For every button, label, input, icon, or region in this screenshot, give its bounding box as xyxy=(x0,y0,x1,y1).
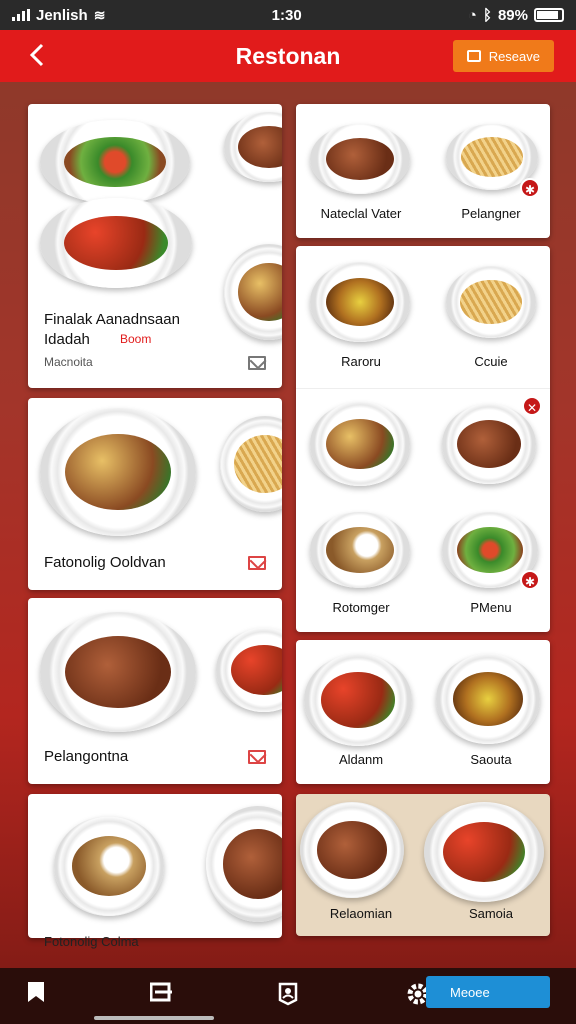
dish-image xyxy=(216,628,282,712)
card-highlight: Boom xyxy=(120,332,152,346)
menu-card[interactable]: Aldanm Saouta xyxy=(296,640,550,784)
bookmark-icon xyxy=(28,982,44,1002)
dish-caption: Rotomger xyxy=(332,600,390,615)
divider xyxy=(296,388,550,389)
dish-image xyxy=(40,408,196,536)
back-button[interactable] xyxy=(26,42,54,70)
card-meta: Macnoita xyxy=(44,355,93,369)
dish-image xyxy=(446,266,536,338)
page-title: Restonan xyxy=(235,42,341,69)
nav-bookmark[interactable] xyxy=(28,982,52,1006)
dish-caption: Relaomian xyxy=(329,906,393,921)
dish-caption: Pelangner xyxy=(461,206,521,221)
dish-caption: Aldanm xyxy=(338,752,384,767)
app-header: Restonan Reseave xyxy=(0,30,576,82)
mail-icon[interactable] xyxy=(248,750,266,764)
dish-image xyxy=(424,802,544,902)
dish-image xyxy=(442,404,536,484)
status-bar: Jenlish ≋ 1:30 ◔ ᛒ 89% xyxy=(0,0,576,30)
restaurant-card[interactable]: Pelangontna xyxy=(28,598,282,784)
home-indicator xyxy=(94,1016,214,1020)
dish-caption: Saouta xyxy=(470,752,512,767)
dish-image xyxy=(220,416,282,512)
dish-image xyxy=(206,806,282,922)
user-icon xyxy=(278,982,298,1006)
dish-image xyxy=(310,402,410,486)
menu-pill-button[interactable]: Meoee xyxy=(426,976,550,1008)
menu-icon xyxy=(149,982,172,1002)
signal-icon xyxy=(12,9,30,21)
dish-image xyxy=(436,654,540,744)
dish-caption: Ccuie xyxy=(474,354,508,369)
battery-icon xyxy=(534,8,564,22)
dish-image xyxy=(310,512,410,588)
bottom-nav: Meoee xyxy=(0,968,576,1024)
reserve-button-label: Reseave xyxy=(488,48,540,64)
nav-menu[interactable] xyxy=(149,982,174,1006)
dish-image xyxy=(54,816,164,916)
carrier-name: Jenlish xyxy=(36,6,88,24)
dish-caption: PMenu xyxy=(470,600,512,615)
card-title: Fotonolig Colma xyxy=(44,934,139,949)
dish-image xyxy=(310,262,410,342)
favorite-badge[interactable]: ✱ xyxy=(520,570,540,590)
dish-image xyxy=(224,112,282,182)
card-title: Fatonolig Ooldvan xyxy=(44,554,166,571)
wifi-icon: ≋ xyxy=(93,6,106,23)
card-title: Pelangontna xyxy=(44,748,129,765)
menu-card[interactable]: Raroru Ccuie ✕ ✱ Rotomger PMenu xyxy=(296,246,550,632)
battery-percent: 89% xyxy=(497,6,528,24)
alarm-icon: ◔ xyxy=(467,6,477,24)
dish-caption: Nateclal Vater xyxy=(320,206,402,221)
favorite-badge[interactable]: ✱ xyxy=(520,178,540,198)
menu-card[interactable]: Relaomian Samoia xyxy=(296,794,550,936)
bluetooth-icon: ᛒ xyxy=(482,6,492,24)
restaurant-card[interactable] xyxy=(28,794,282,938)
chevron-left-icon xyxy=(29,43,44,67)
chat-icon xyxy=(466,50,481,62)
dish-caption: Raroru xyxy=(341,354,381,369)
restaurant-card[interactable]: Finalak Aanadnsaan Idadah Boom Macnoita xyxy=(28,104,282,388)
status-right: ◔ ᛒ 89% xyxy=(468,7,564,24)
favorite-badge[interactable]: ✕ xyxy=(522,396,542,416)
dish-image xyxy=(40,198,192,288)
mail-icon[interactable] xyxy=(248,556,266,570)
dish-image xyxy=(310,124,410,194)
reserve-button[interactable]: Reseave xyxy=(452,40,554,72)
status-left: Jenlish ≋ xyxy=(12,7,105,24)
restaurant-card[interactable]: Fatonolig Ooldvan xyxy=(28,398,282,590)
dish-image xyxy=(224,244,282,340)
menu-card[interactable]: ✱ Nateclal Vater Pelangner xyxy=(296,104,550,238)
nav-profile[interactable] xyxy=(276,982,300,1006)
dish-image xyxy=(300,802,404,898)
dish-caption: Samoia xyxy=(468,906,514,921)
status-time: 1:30 xyxy=(271,6,302,24)
dish-image xyxy=(304,654,412,746)
dish-image xyxy=(40,120,190,204)
mail-icon[interactable] xyxy=(248,356,266,370)
dish-image xyxy=(40,612,196,732)
